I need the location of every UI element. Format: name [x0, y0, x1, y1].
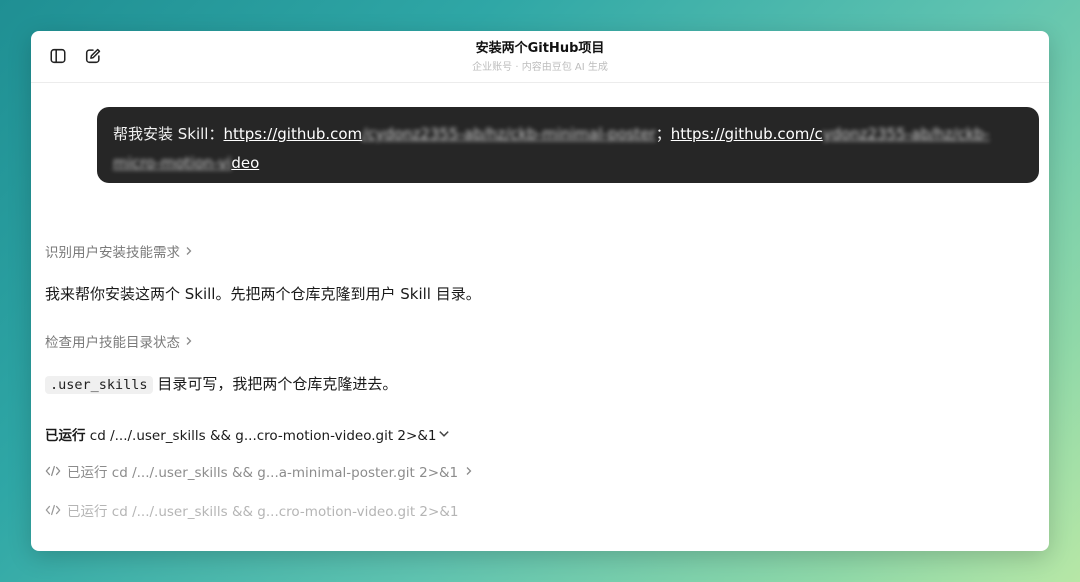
command-run-2[interactable]: 已运行 cd /.../.user_skills && g...a-minima…: [45, 461, 474, 481]
command-run-text: 已运行 cd /.../.user_skills && g...cro-moti…: [45, 424, 436, 444]
chat-header: 安装两个GitHub项目 企业账号 · 内容由豆包 AI 生成: [31, 31, 1049, 83]
page-subtitle: 企业账号 · 内容由豆包 AI 生成: [472, 62, 608, 73]
run-command: cd /.../.user_skills && g...a-minimal-po…: [107, 465, 459, 481]
inline-code: .user_skills: [45, 376, 153, 394]
thought-toggle-1[interactable]: 识别用户安装技能需求: [45, 241, 194, 261]
repo-link-2-text: https://github.com/c: [670, 125, 823, 143]
command-run-3[interactable]: 已运行 cd /.../.user_skills && g...cro-moti…: [45, 500, 458, 520]
command-run-text: 已运行 cd /.../.user_skills && g...cro-moti…: [67, 500, 458, 520]
thought-toggle-2[interactable]: 检查用户技能目录状态: [45, 331, 194, 351]
run-prefix: 已运行: [67, 504, 108, 520]
link-separator: ；: [655, 125, 671, 143]
command-run-1[interactable]: 已运行 cd /.../.user_skills && g...cro-moti…: [45, 424, 450, 444]
repo-link-1[interactable]: https://github.com/cydonz2355-ab/hz/ckb-…: [223, 125, 655, 143]
run-command: cd /.../.user_skills && g...cro-motion-v…: [85, 428, 437, 444]
thought-label: 识别用户安装技能需求: [45, 245, 180, 261]
blurred-text: /cydonz2355-ab/hz/ckb-minimal-poster: [362, 125, 656, 143]
thought-label: 检查用户技能目录状态: [45, 335, 180, 351]
repo-link-1-text: https://github.com: [223, 125, 363, 143]
run-prefix: 已运行: [67, 465, 108, 481]
page-title: 安装两个GitHub项目: [475, 41, 605, 56]
user-message-prefix: 帮我安装 Skill：: [113, 125, 224, 143]
user-message-bubble: 帮我安装 Skill：https://github.com/cydonz2355…: [97, 107, 1039, 183]
chevron-right-icon: [466, 467, 472, 475]
repo-link-2-tail: deo: [231, 154, 260, 172]
assistant-reply-1: 我来帮你安装这两个 Skill。先把两个仓库克隆到用户 Skill 目录。: [45, 285, 481, 303]
chevron-down-icon: [439, 431, 450, 437]
code-icon: [45, 465, 61, 477]
chat-window: 安装两个GitHub项目 企业账号 · 内容由豆包 AI 生成 帮我安装 Ski…: [31, 31, 1049, 551]
run-prefix: 已运行: [45, 428, 86, 444]
assistant-reply-2: .user_skills 目录可写，我把两个仓库克隆进去。: [45, 373, 397, 394]
chevron-right-icon: [186, 337, 192, 345]
code-icon: [45, 504, 61, 516]
chevron-right-icon: [186, 247, 192, 255]
assistant-reply-2-text: 目录可写，我把两个仓库克隆进去。: [152, 375, 398, 393]
run-command: cd /.../.user_skills && g...cro-motion-v…: [107, 504, 459, 520]
command-run-text: 已运行 cd /.../.user_skills && g...a-minima…: [67, 461, 458, 481]
